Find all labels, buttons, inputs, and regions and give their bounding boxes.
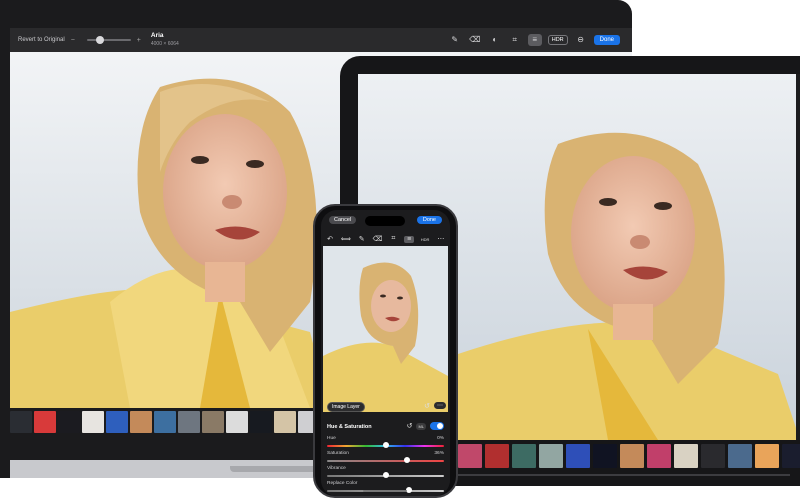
slider-label: Replace Color <box>327 481 358 486</box>
undo-icon[interactable]: ↶ <box>325 235 335 243</box>
crop-icon[interactable]: ⌗ <box>388 235 398 243</box>
iphone-top-bar: Cancel Done <box>321 214 450 228</box>
mac-tool-group: ✎ ⌫ ◐ ⌗ ≡ HDR ⊖ Done <box>448 34 620 46</box>
slider-knob[interactable] <box>403 457 410 463</box>
filmstrip-thumbnail[interactable] <box>674 444 698 468</box>
reset-icon[interactable]: ↺ <box>407 422 413 430</box>
zoom-slider[interactable] <box>86 36 131 44</box>
slider-value: 36% <box>434 451 444 456</box>
slider-knob[interactable] <box>382 442 389 448</box>
mac-editor-toolbar: Revert to Original − + Aria 4000 × 6064 … <box>10 28 632 52</box>
filmstrip-thumbnail[interactable] <box>593 444 617 468</box>
filmstrip-thumbnail[interactable] <box>154 411 176 433</box>
document-name: Aria <box>150 32 164 39</box>
slider-value: 0% <box>437 436 444 441</box>
filmstrip-thumbnail[interactable] <box>58 411 80 433</box>
panel-controls: ↺ ML <box>407 422 444 430</box>
more-options-icon[interactable]: ⊖ <box>574 34 588 46</box>
layer-bar: Image Layer ↺ ⋯ <box>321 400 450 414</box>
adjust-icon[interactable]: ≡ <box>527 34 542 46</box>
slider-label: Saturation <box>327 451 349 456</box>
crop-icon[interactable]: ⌗ <box>508 34 522 46</box>
filmstrip-thumbnail[interactable] <box>755 444 779 468</box>
cancel-button[interactable]: Cancel <box>329 216 357 224</box>
filmstrip-thumbnail[interactable] <box>782 444 800 468</box>
filmstrip-thumbnail[interactable] <box>620 444 644 468</box>
slider-row[interactable]: Vibrance <box>327 466 444 480</box>
filmstrip-thumbnail[interactable] <box>566 444 590 468</box>
filmstrip-thumbnail[interactable] <box>274 411 296 433</box>
filmstrip-thumbnail[interactable] <box>701 444 725 468</box>
product-showcase: Revert to Original − + Aria 4000 × 6064 … <box>0 0 800 500</box>
slider-track[interactable] <box>327 460 444 462</box>
slider-row[interactable]: Saturation 36% <box>327 451 444 465</box>
filmstrip-thumbnail[interactable] <box>647 444 671 468</box>
slider-knob[interactable] <box>382 472 389 478</box>
eraser-icon[interactable]: ⌫ <box>373 235 383 243</box>
iphone-done-button[interactable]: Done <box>416 216 442 224</box>
brush-icon[interactable]: ✎ <box>448 34 462 46</box>
hdr-icon[interactable]: HDR <box>420 237 430 242</box>
filmstrip-thumbnail[interactable] <box>728 444 752 468</box>
layer-more-button[interactable]: ⋯ <box>434 402 446 409</box>
reset-icon[interactable]: ↺ <box>424 402 430 410</box>
filmstrip-thumbnail[interactable] <box>10 411 32 433</box>
brush-icon[interactable]: ✎ <box>357 235 367 243</box>
home-indicator <box>363 490 407 492</box>
filmstrip-thumbnail[interactable] <box>250 411 272 433</box>
document-dimensions: 4000 × 6064 <box>150 41 179 47</box>
zoom-out-icon[interactable]: − <box>71 37 75 44</box>
panel-title: Hue & Saturation <box>327 424 372 430</box>
adjust-icon[interactable]: ≡ <box>404 235 415 243</box>
filmstrip-thumbnail[interactable] <box>82 411 104 433</box>
filmstrip-thumbnail[interactable] <box>512 444 536 468</box>
filmstrip-thumbnail[interactable] <box>226 411 248 433</box>
filmstrip-thumbnail[interactable] <box>539 444 563 468</box>
document-title: Aria 4000 × 6064 <box>151 32 179 48</box>
portrait-photo-iphone <box>323 246 448 412</box>
slider-row[interactable]: Hue 0% <box>327 436 444 450</box>
slider-label: Vibrance <box>327 466 346 471</box>
filmstrip-thumbnail[interactable] <box>485 444 509 468</box>
compare-icon[interactable]: ⟺ <box>341 235 351 243</box>
iphone-screen: Cancel Done ↶ ⟺ ✎ ⌫ ⌗ ≡ HDR ⋯ Image Laye… <box>321 210 450 496</box>
filmstrip-thumbnail[interactable] <box>202 411 224 433</box>
hue-saturation-panel: Hue & Saturation ↺ ML Hue 0% Saturation 36%… <box>321 416 450 496</box>
slider-row[interactable]: Replace Color <box>327 481 444 495</box>
ml-button[interactable]: ML <box>416 422 426 430</box>
zoom-slider-knob[interactable] <box>95 36 104 44</box>
select-subject-icon[interactable]: ◐ <box>488 34 502 46</box>
filmstrip-thumbnail[interactable] <box>130 411 152 433</box>
filmstrip-thumbnail[interactable] <box>34 411 56 433</box>
panel-toggle[interactable] <box>430 422 444 430</box>
more-icon[interactable]: ⋯ <box>436 235 446 243</box>
eraser-icon[interactable]: ⌫ <box>468 34 482 46</box>
zoom-in-icon[interactable]: + <box>137 37 141 44</box>
slider-label: Hue <box>327 436 336 441</box>
done-button[interactable]: Done <box>593 35 620 45</box>
iphone-photo-canvas <box>323 246 448 412</box>
hdr-button[interactable]: HDR <box>547 35 568 45</box>
filmstrip-thumbnail[interactable] <box>178 411 200 433</box>
filmstrip-thumbnail[interactable] <box>106 411 128 433</box>
revert-to-original-button[interactable]: Revert to Original <box>18 37 65 43</box>
iphone-toolbar: ↶ ⟺ ✎ ⌫ ⌗ ≡ HDR ⋯ <box>321 232 450 246</box>
filmstrip-thumbnail[interactable] <box>458 444 482 468</box>
image-layer-button[interactable]: Image Layer <box>327 402 365 412</box>
